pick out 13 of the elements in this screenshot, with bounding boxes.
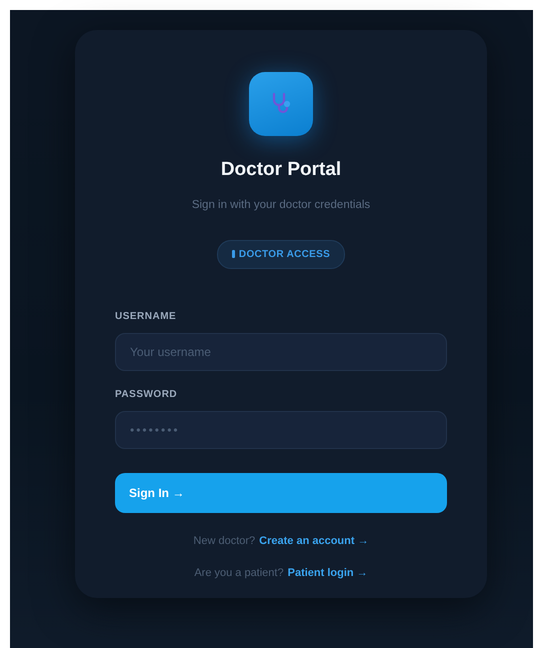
username-field[interactable]: Your username	[115, 332, 447, 371]
subtitle: Sign in with your doctor credentials	[192, 198, 370, 212]
field-label: USERNAME	[115, 310, 178, 324]
portal-title: Doctor Portal	[220, 158, 342, 182]
prompt-text: Are you a patient?	[194, 566, 284, 582]
link[interactable]: Create an account →	[259, 532, 369, 550]
access-badge: DOCTOR ACCESS	[216, 240, 346, 269]
logo-icon	[249, 72, 313, 136]
password-field[interactable]: ••••••••	[115, 410, 447, 449]
field-label: PASSWORD	[115, 388, 178, 402]
prompt-text: New doctor?	[193, 534, 256, 549]
marker-icon	[232, 250, 235, 258]
link[interactable]: Patient login →	[288, 565, 368, 582]
